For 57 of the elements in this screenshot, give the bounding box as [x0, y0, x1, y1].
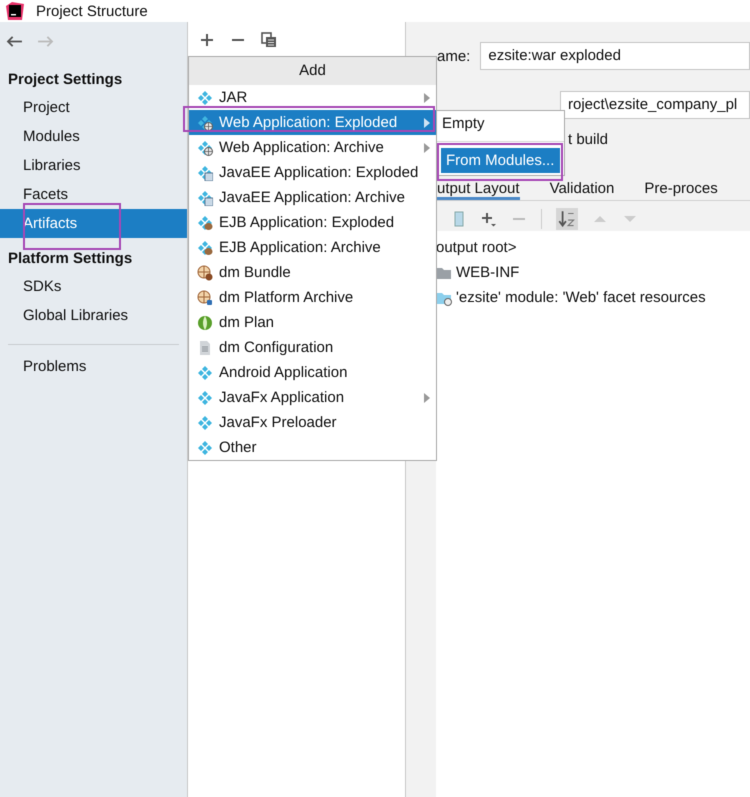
diamonds-icon — [197, 414, 213, 430]
field-label: ame: — [437, 48, 470, 64]
diamonds-icon — [197, 440, 213, 456]
tree-node[interactable]: output root> — [436, 235, 750, 260]
sidebar-item[interactable]: Problems — [0, 352, 187, 381]
diamonds-icon — [197, 240, 213, 256]
menu-item[interactable]: dm Plan — [189, 310, 436, 335]
sidebar-item[interactable]: Libraries — [0, 151, 187, 180]
name-field[interactable]: ezsite:war exploded — [480, 42, 750, 70]
menu-item[interactable]: JavaFx Preloader — [189, 410, 436, 435]
copy-icon[interactable] — [261, 32, 277, 48]
checkbox-label: t build — [568, 130, 608, 148]
diamonds-icon — [197, 390, 213, 406]
window-title: Project Structure — [36, 2, 148, 20]
leaf-icon — [197, 314, 213, 330]
add-icon[interactable] — [199, 32, 215, 48]
menu-item[interactable]: From Modules... — [441, 148, 560, 173]
menu-item[interactable]: dm Bundle — [189, 260, 436, 285]
menu-item[interactable]: JavaFx Application — [189, 385, 436, 410]
section-heading: Platform Settings — [7, 249, 134, 266]
tree-node[interactable]: 'ezsite' module: 'Web' facet resources — [456, 289, 706, 306]
menu-title: Add — [189, 57, 436, 85]
menu-item[interactable]: EJB Application: Archive — [189, 235, 436, 260]
crosshair-globe-icon — [197, 264, 213, 280]
menu-item[interactable]: Other — [189, 435, 436, 460]
section-heading: Project Settings — [7, 70, 124, 87]
diamonds-icon — [197, 164, 213, 180]
diamonds-icon — [197, 114, 213, 130]
menu-item[interactable]: dm Platform Archive — [189, 285, 436, 310]
sidebar-item[interactable]: Facets — [0, 180, 187, 209]
document-icon — [197, 340, 213, 356]
diamonds-icon — [197, 364, 213, 380]
sidebar-item[interactable]: SDKs — [0, 272, 187, 301]
sidebar-item[interactable]: Project — [0, 93, 187, 122]
add-dropdown-icon[interactable] — [481, 211, 497, 227]
tab[interactable]: Validation — [550, 178, 614, 200]
sort-icon[interactable] — [556, 208, 578, 230]
output-directory-field[interactable]: roject\ezsite_company_pl — [560, 91, 750, 119]
menu-item[interactable]: JavaEE Application: Archive — [189, 185, 436, 210]
menu-item[interactable]: dm Configuration — [189, 335, 436, 360]
diamonds-icon — [197, 90, 213, 106]
menu-item[interactable]: EJB Application: Exploded — [189, 210, 436, 235]
crosshair-globe-icon — [197, 290, 213, 306]
diamonds-icon — [197, 214, 213, 230]
menu-item[interactable]: Web Application: Archive — [189, 135, 436, 160]
diamonds-icon — [197, 190, 213, 206]
menu-item[interactable]: Web Application: Exploded — [189, 110, 436, 135]
menu-item[interactable]: JavaEE Application: Exploded — [189, 160, 436, 185]
menu-item[interactable]: JAR — [189, 85, 436, 110]
sidebar-item[interactable]: Global Libraries — [0, 301, 187, 330]
menu-item[interactable]: Android Application — [189, 360, 436, 385]
sidebar-item[interactable]: Modules — [0, 122, 187, 151]
sidebar-item[interactable]: Artifacts — [0, 209, 187, 238]
tree-node[interactable]: WEB-INF — [456, 264, 520, 281]
tab[interactable]: Pre-proces — [644, 178, 718, 200]
back-arrow-icon[interactable] — [6, 35, 23, 48]
diamonds-icon — [197, 140, 213, 156]
